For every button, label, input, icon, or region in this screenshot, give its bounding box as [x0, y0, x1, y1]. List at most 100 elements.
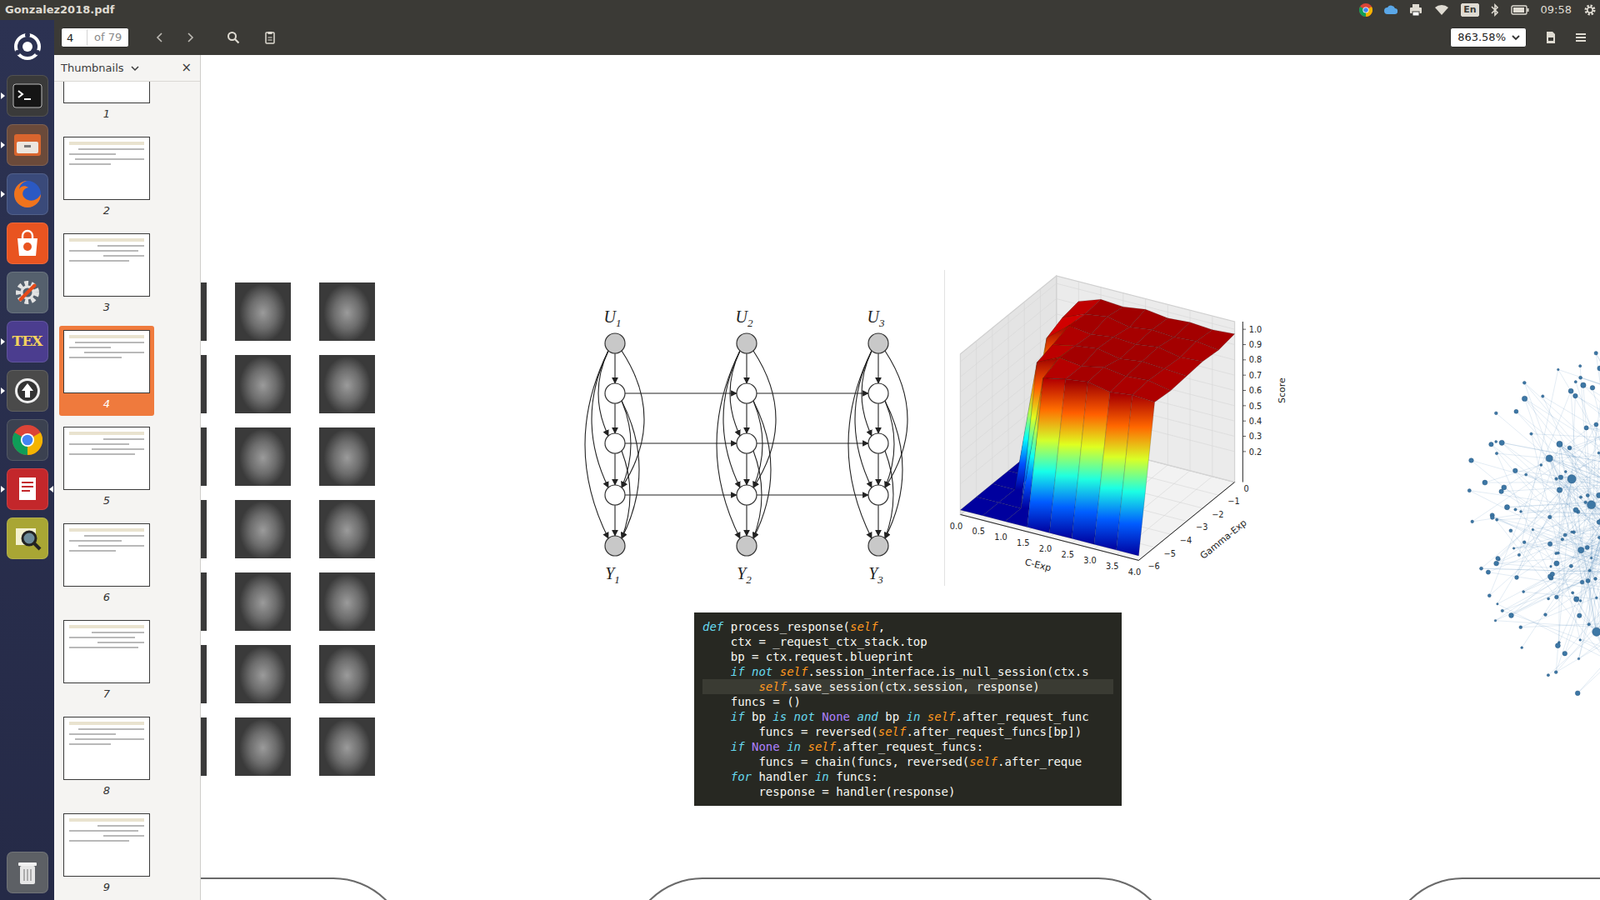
page-count: of 79	[86, 29, 129, 46]
output-node	[868, 535, 889, 556]
network-edge	[1550, 578, 1600, 621]
annotations-button[interactable]	[257, 25, 283, 50]
imageviewer-icon[interactable]	[6, 517, 49, 560]
network-edge	[1575, 381, 1600, 575]
launcher-item[interactable]	[0, 21, 55, 71]
software-icon[interactable]	[6, 222, 49, 265]
docviewer-icon[interactable]	[6, 468, 49, 510]
firefox-icon[interactable]	[6, 173, 49, 215]
page-input[interactable]	[61, 28, 87, 47]
svg-part	[1574, 30, 1588, 45]
thumbnail-scroller[interactable]: 1 23456789	[54, 81, 200, 900]
page-thumbnail[interactable]: 9	[59, 809, 155, 900]
network-edge	[1580, 358, 1600, 551]
launcher-item[interactable]	[0, 464, 55, 514]
network-edge	[1525, 475, 1600, 511]
thumbnail-page	[63, 233, 150, 297]
updater-icon[interactable]	[6, 370, 49, 412]
network-node	[1555, 477, 1559, 481]
launcher-item[interactable]: TEX	[0, 316, 55, 366]
network-node	[1579, 495, 1582, 499]
thumbnail-line	[103, 255, 145, 257]
network-node	[1585, 545, 1590, 550]
polyline-part	[188, 33, 193, 42]
clock[interactable]: 09:58	[1540, 1, 1572, 19]
close-sidebar-button[interactable]: ×	[180, 61, 192, 75]
wifi-icon[interactable]	[1434, 4, 1450, 16]
circle-part	[1585, 5, 1595, 15]
printer-icon[interactable]	[1409, 3, 1423, 17]
sidebar-header: Thumbnails×	[54, 55, 200, 82]
page-thumbnail[interactable]: 4	[59, 325, 155, 416]
circle-part	[1587, 7, 1593, 13]
terminal-icon[interactable]	[6, 75, 49, 117]
trash-icon[interactable]	[6, 851, 49, 894]
face-photo	[200, 355, 207, 414]
y-tick: −5	[1164, 549, 1176, 559]
search-button[interactable]	[220, 25, 246, 50]
zoom-selector[interactable]: 863.58%	[1450, 27, 1527, 48]
launcher-item[interactable]	[0, 513, 55, 563]
page-thumbnail[interactable]: 3	[59, 229, 155, 320]
gear-icon[interactable]	[1583, 3, 1597, 17]
settings-icon[interactable]	[6, 271, 49, 314]
battery-icon[interactable]	[1510, 5, 1530, 15]
menu-button[interactable]	[1568, 25, 1594, 50]
page-thumbnail[interactable]: 5	[59, 422, 155, 513]
grid-line	[960, 298, 1235, 377]
network-edge	[1496, 453, 1550, 459]
launcher-item[interactable]	[0, 218, 55, 268]
circle-part	[17, 380, 38, 401]
launcher-item[interactable]	[0, 847, 55, 897]
launcher-item[interactable]	[0, 70, 55, 120]
z-tick: 0.8	[1249, 355, 1263, 365]
files-icon[interactable]	[6, 124, 49, 166]
circle-part	[15, 35, 40, 59]
page-thumbnail[interactable]: 6	[59, 519, 155, 610]
x-axis-label: C-Exp	[1023, 556, 1052, 574]
hidden-node	[605, 383, 625, 404]
page-thumbnail[interactable]: 7	[59, 615, 155, 706]
cloud-app-icon[interactable]	[1384, 3, 1398, 17]
svg-part	[12, 228, 43, 259]
launcher-item[interactable]	[0, 415, 55, 465]
launcher-item[interactable]	[0, 169, 55, 219]
diagram-edge	[885, 400, 903, 539]
path-part	[1435, 5, 1449, 15]
line-part	[268, 40, 273, 41]
bluetooth-icon[interactable]	[1490, 3, 1500, 17]
network-edge	[1480, 568, 1600, 573]
keyboard-layout[interactable]: En	[1460, 3, 1479, 17]
network-node	[1521, 395, 1527, 401]
tex-icon[interactable]: TEX	[6, 320, 49, 363]
network-edge	[1552, 572, 1600, 575]
label-subscript: 3	[878, 316, 885, 330]
network-node	[1567, 475, 1576, 484]
document-view[interactable]: U1Y1U2Y2U3Y30.00.51.01.52.02.53.03.54.00…	[200, 55, 1600, 900]
launcher-item[interactable]	[0, 120, 55, 170]
circle-part	[15, 378, 40, 404]
svg-part	[12, 857, 43, 888]
launcher-item[interactable]	[0, 365, 55, 415]
network-node	[1564, 470, 1567, 473]
page-thumbnail[interactable]: 2	[59, 132, 155, 223]
network-edge	[1571, 475, 1600, 532]
network-edge	[1532, 496, 1600, 530]
chrome-icon[interactable]	[1359, 3, 1373, 17]
dash-icon[interactable]	[6, 25, 49, 68]
diagram-edge	[614, 353, 615, 384]
network-edge	[1525, 398, 1560, 445]
sidebar-mode-selector[interactable]: Thumbnails	[60, 60, 181, 77]
network-edge	[1497, 522, 1600, 605]
network-node	[1490, 515, 1495, 520]
launcher-item[interactable]	[0, 267, 55, 317]
hamburger-icon	[1574, 30, 1588, 45]
previous-page-button[interactable]	[147, 25, 173, 50]
document-button[interactable]	[1538, 25, 1564, 50]
page-thumbnail[interactable]: 1	[59, 81, 155, 126]
page-thumbnail[interactable]: 8	[59, 712, 155, 803]
next-page-button[interactable]	[177, 25, 203, 50]
diagram-edge	[877, 403, 879, 434]
line-part	[24, 98, 31, 100]
chrome-icon[interactable]	[6, 419, 49, 461]
